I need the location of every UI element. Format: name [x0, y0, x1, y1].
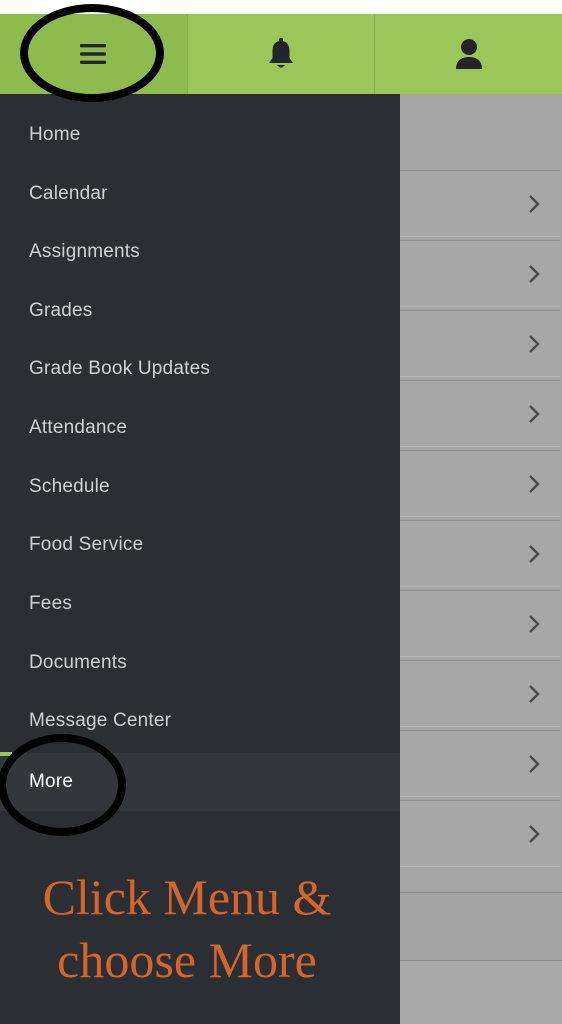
background-list-row [398, 660, 560, 727]
bell-icon [269, 38, 293, 68]
instruction-line-1: Click Menu & [42, 869, 332, 925]
menu-item-calendar[interactable]: Calendar [0, 165, 400, 223]
chevron-right-icon [529, 824, 540, 843]
background-section [398, 960, 562, 1024]
menu-item-attendance[interactable]: Attendance [0, 399, 400, 457]
menu-item-assignments[interactable]: Assignments [0, 223, 400, 281]
menu-item-home[interactable]: Home [0, 106, 400, 164]
chevron-right-icon [529, 194, 540, 213]
background-list-row [398, 310, 560, 377]
annotation-circle-more [0, 734, 126, 836]
instruction-annotation: Click Menu & choose More [0, 866, 374, 992]
chevron-right-icon [529, 544, 540, 563]
menu-item-documents[interactable]: Documents [0, 634, 400, 692]
notifications-button[interactable] [188, 14, 376, 94]
chevron-right-icon [529, 754, 540, 773]
chevron-right-icon [529, 684, 540, 703]
chevron-right-icon [529, 404, 540, 423]
background-list-row [398, 170, 560, 237]
chevron-right-icon [529, 474, 540, 493]
background-list-row [398, 240, 560, 307]
instruction-line-2: choose More [57, 932, 317, 988]
chevron-right-icon [529, 264, 540, 283]
menu-item-schedule[interactable]: Schedule [0, 458, 400, 516]
app-screen: Home Calendar Assignments Grades Grade B… [0, 0, 562, 1024]
background-list-row [398, 520, 560, 587]
menu-item-grades[interactable]: Grades [0, 282, 400, 340]
menu-item-food-service[interactable]: Food Service [0, 516, 400, 574]
profile-button[interactable] [375, 14, 562, 94]
background-section [398, 892, 562, 960]
background-list-row [398, 730, 560, 797]
background-list-row [398, 380, 560, 447]
menu-item-grade-book-updates[interactable]: Grade Book Updates [0, 340, 400, 398]
chevron-right-icon [529, 334, 540, 353]
background-list-row [398, 590, 560, 657]
chevron-right-icon [529, 614, 540, 633]
annotation-circle-menu [20, 4, 164, 102]
menu-item-fees[interactable]: Fees [0, 575, 400, 633]
user-icon [455, 39, 482, 69]
background-list-row [398, 450, 560, 517]
background-list-row [398, 800, 560, 867]
